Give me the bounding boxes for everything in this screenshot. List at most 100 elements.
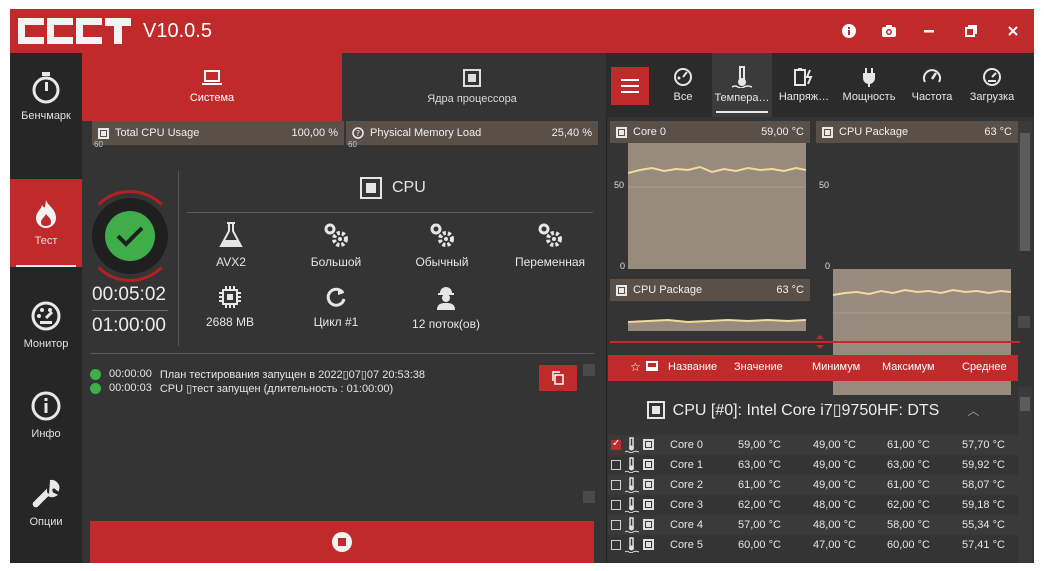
stop-test-button[interactable] — [90, 521, 594, 563]
flask-icon — [219, 222, 243, 247]
col-header-max[interactable]: Максимум — [882, 361, 935, 373]
temp-line — [627, 318, 807, 331]
nav-options[interactable]: Опции — [10, 459, 82, 547]
cell-value: 57,00 °C — [738, 519, 781, 531]
chevron-up-icon[interactable]: ︿ — [967, 402, 979, 419]
panel-splitter[interactable] — [610, 341, 1020, 343]
tab-cpu-cores[interactable]: Ядра процессора — [342, 53, 602, 121]
row-checkbox[interactable] — [611, 460, 621, 470]
cell-name: Core 0 — [670, 439, 704, 451]
chart-value: 63 °C — [776, 284, 804, 296]
tab-temperature[interactable]: Темпера… — [712, 53, 772, 117]
table-row[interactable]: Core 5 60,00 °C 47,00 °C 60,00 °C 57,41 … — [608, 535, 1018, 555]
minimize-icon[interactable] — [916, 19, 942, 43]
cell-avg: 55,34 °C — [962, 519, 1005, 531]
cell-avg: 57,41 °C — [962, 539, 1005, 551]
tab-label: Система — [189, 92, 235, 104]
table-scrollbar[interactable] — [1018, 387, 1032, 563]
stop-icon — [332, 532, 352, 552]
temp-line — [627, 165, 807, 188]
stopwatch-icon — [32, 72, 60, 104]
cell-max: 60,00 °C — [887, 539, 930, 551]
nav-info[interactable]: Инфо — [10, 371, 82, 459]
cpu-usage-tick: 60 — [94, 140, 103, 149]
sensor-table-header: ☆ Название Значение Минимум Максимум Сре… — [608, 355, 1018, 381]
row-checkbox[interactable] — [611, 480, 621, 490]
chart-header[interactable]: Core 0 59,00 °C — [610, 121, 810, 143]
row-checkbox[interactable] — [611, 540, 621, 550]
chart-title: CPU Package — [633, 284, 703, 296]
charts-scroll-down[interactable] — [1018, 316, 1030, 328]
col-header-name[interactable]: Название — [668, 361, 717, 373]
memory-load-tick: 60 — [348, 140, 357, 149]
star-icon[interactable]: ☆ — [630, 360, 641, 374]
nav-test[interactable]: Тест — [10, 179, 82, 267]
camera-icon[interactable] — [876, 19, 902, 43]
restore-icon[interactable] — [958, 19, 984, 43]
table-row[interactable]: Core 4 57,00 °C 48,00 °C 58,00 °C 55,34 … — [608, 515, 1018, 535]
table-row[interactable]: Core 1 63,00 °C 49,00 °C 63,00 °C 59,92 … — [608, 455, 1018, 475]
thermometer-icon — [625, 497, 639, 513]
cell-max: 63,00 °C — [887, 459, 930, 471]
splitter-down-icon[interactable] — [816, 345, 824, 349]
device-group-header[interactable]: CPU [#0]: Intel Core i7▯9750HF: DTS ︿ — [608, 387, 1018, 433]
row-checkbox[interactable] — [611, 500, 621, 510]
cell-min: 49,00 °C — [813, 479, 856, 491]
cell-max: 62,00 °C — [887, 499, 930, 511]
elapsed-time: 00:05:02 — [92, 284, 166, 305]
cell-max: 58,00 °C — [887, 519, 930, 531]
tab-frequency[interactable]: Частота — [904, 53, 960, 117]
log-scroll-up[interactable] — [583, 364, 595, 376]
cpu-package-temp-chart-2 — [627, 301, 807, 331]
occt-logo — [18, 18, 132, 44]
row-checkbox[interactable] — [611, 520, 621, 530]
cpu-icon — [643, 499, 654, 510]
chart-value: 59,00 °C — [761, 126, 804, 138]
splitter-up-icon[interactable] — [816, 335, 824, 339]
threads-option: 12 поток(ов) — [404, 285, 488, 331]
axis-tick: 0 — [620, 261, 626, 271]
cell-min: 49,00 °C — [813, 459, 856, 471]
speedometer-icon — [923, 69, 941, 83]
info-icon — [31, 391, 61, 421]
log-scroll-down[interactable] — [583, 491, 595, 503]
thermometer-icon — [731, 66, 753, 88]
chart-header[interactable]: CPU Package 63 °C — [610, 279, 810, 301]
log-text: План тестирования запущен в 2022▯07▯07 2… — [159, 368, 426, 381]
tab-power[interactable]: Мощность — [836, 53, 902, 117]
table-row[interactable]: Core 0 59,00 °C 49,00 °C 61,00 °C 57,70 … — [608, 435, 1018, 455]
monitor-icon[interactable] — [646, 361, 658, 371]
row-checkbox[interactable] — [611, 438, 621, 450]
scrollbar-thumb[interactable] — [1020, 397, 1030, 411]
nav-benchmark[interactable]: Бенчмарк — [10, 53, 82, 141]
tab-system[interactable]: Система — [82, 53, 342, 121]
col-header-value[interactable]: Значение — [734, 361, 783, 373]
tab-voltage[interactable]: Напряж… — [776, 53, 832, 117]
table-row[interactable]: Core 2 61,00 °C 49,00 °C 61,00 °C 58,07 … — [608, 475, 1018, 495]
tab-label: Напряж… — [778, 91, 830, 103]
copy-log-button[interactable] — [539, 365, 577, 391]
nav-monitor[interactable]: Монитор — [10, 281, 82, 369]
core0-temp-chart — [627, 143, 807, 269]
memory-load-bar[interactable]: ? Physical Memory Load 25,40 % — [346, 121, 598, 145]
cell-min: 47,00 °C — [813, 539, 856, 551]
chart-header[interactable]: CPU Package 63 °C — [816, 121, 1018, 143]
thermometer-icon — [625, 517, 639, 533]
table-row[interactable]: Core 3 62,00 °C 48,00 °C 62,00 °C 59,18 … — [608, 495, 1018, 515]
tab-all[interactable]: Все — [658, 53, 708, 117]
log-entry: 00:00:03 CPU ▯тест запущен (длительность… — [90, 381, 600, 395]
help-icon: ? — [352, 127, 364, 139]
cpu-usage-bar[interactable]: Total CPU Usage 100,00 % — [92, 121, 344, 145]
info-icon[interactable] — [836, 19, 862, 43]
scrollbar-thumb[interactable] — [1020, 133, 1030, 251]
cell-name: Core 2 — [670, 479, 704, 491]
hamburger-menu-button[interactable] — [611, 67, 649, 105]
cell-name: Core 4 — [670, 519, 704, 531]
nav-label: Тест — [34, 235, 58, 247]
close-icon[interactable] — [1000, 19, 1026, 43]
option-label: Цикл #1 — [313, 315, 359, 329]
axis-tick: 50 — [614, 180, 625, 190]
col-header-avg[interactable]: Среднее — [962, 361, 1007, 373]
tab-load[interactable]: Загрузка — [964, 53, 1020, 117]
col-header-min[interactable]: Минимум — [812, 361, 860, 373]
